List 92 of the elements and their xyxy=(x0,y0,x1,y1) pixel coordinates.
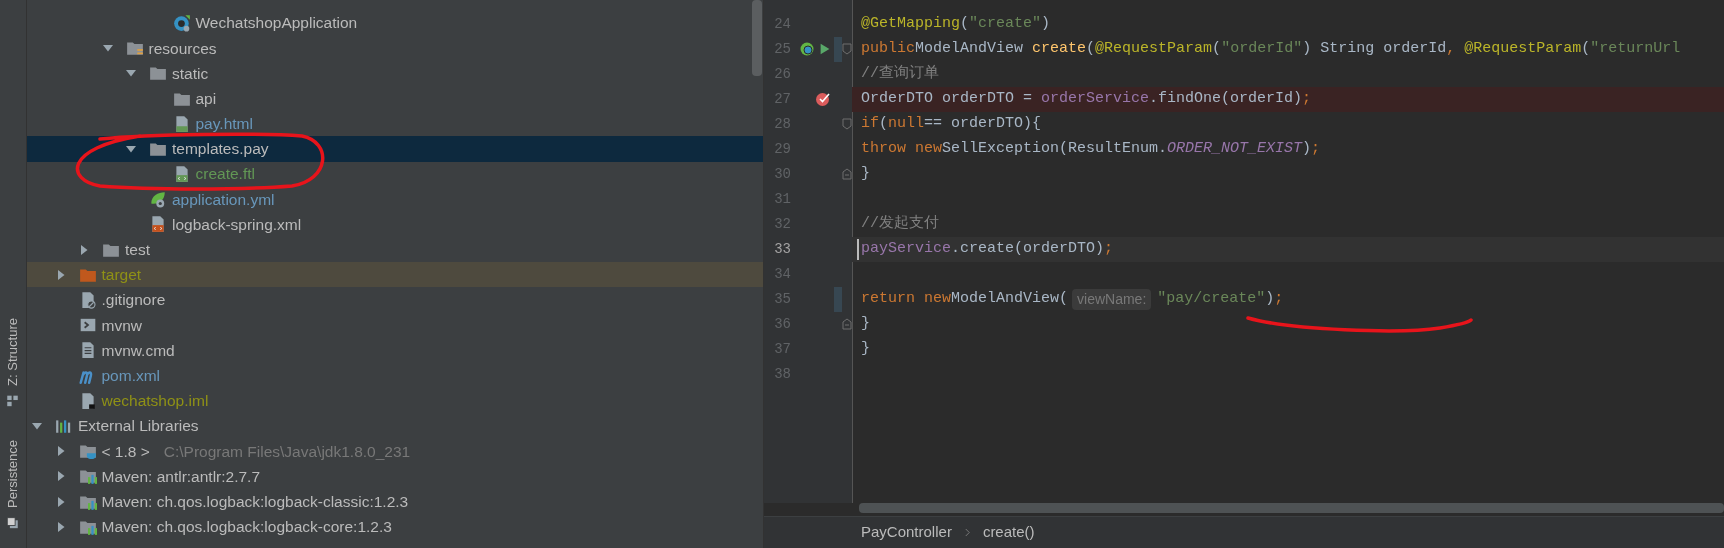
code-token: ) xyxy=(1302,138,1312,159)
code-token: ) xyxy=(1265,288,1275,309)
text-cursor xyxy=(857,238,859,260)
code-token: SellException(ResultEnum. xyxy=(942,138,1168,159)
code-token: ( xyxy=(879,113,889,134)
code-token: ; xyxy=(1274,288,1284,309)
code-token: //发起支付 xyxy=(861,213,939,234)
tree-item[interactable]: External Libraries xyxy=(27,413,763,439)
code-token: ModelAndView xyxy=(915,38,1025,59)
code-token: == orderDTO){ xyxy=(924,113,1042,134)
change-marker[interactable] xyxy=(834,286,842,312)
code-token: @RequestParam xyxy=(1095,38,1213,59)
structure-icon xyxy=(6,394,20,409)
code-token: , xyxy=(1446,38,1457,59)
code-token: } xyxy=(861,313,870,334)
tree-item[interactable]: pom.xml xyxy=(27,363,763,389)
library-icon xyxy=(55,417,73,435)
tree-item[interactable]: pay.html xyxy=(27,111,763,137)
code-token: ( xyxy=(1212,38,1222,59)
tree-item[interactable]: Maven: ch.qos.logback:logback-core:1.2.3 xyxy=(27,514,763,540)
leaf-icon xyxy=(149,190,167,209)
scrollbar-thumb[interactable] xyxy=(752,0,762,76)
tree-item[interactable]: mvnw.cmd xyxy=(27,337,763,363)
code-token: .findOne(orderId) xyxy=(1149,88,1303,109)
code-token: orderService xyxy=(1041,88,1150,109)
tree-item[interactable]: api xyxy=(27,85,763,112)
tree-item[interactable]: Maven: antlr:antlr:2.7.7 xyxy=(27,463,763,489)
code-token: "orderId" xyxy=(1221,38,1303,59)
code-token: ( xyxy=(960,13,970,34)
breakpoint-icon[interactable] xyxy=(815,91,831,107)
code-token: @RequestParam xyxy=(1464,38,1582,59)
code-token: .create(orderDTO) xyxy=(951,238,1105,259)
chevron-icon xyxy=(963,528,971,537)
fold-icon[interactable] xyxy=(842,168,852,180)
code-token: payService xyxy=(861,238,951,259)
code-token: ) String orderId xyxy=(1302,38,1447,59)
code-token: ) xyxy=(1041,13,1051,34)
folder-icon xyxy=(149,64,167,83)
tree-item[interactable]: create.ftl xyxy=(27,161,763,187)
code-token: } xyxy=(861,163,870,184)
path-hint: C:\Program Files\Java\jdk1.8.0_231 xyxy=(163,441,411,462)
code-token: ModelAndView( xyxy=(951,288,1069,309)
code-token: null xyxy=(888,113,925,134)
code-token: "pay/create" xyxy=(1157,288,1266,309)
fold-icon[interactable] xyxy=(842,43,852,55)
library-icon xyxy=(78,467,97,486)
breadcrumb[interactable]: PayController xyxy=(861,521,952,544)
code-token: create xyxy=(1032,38,1087,59)
tree-item[interactable]: static xyxy=(27,60,763,86)
tree-item[interactable]: templates.pay xyxy=(27,136,763,162)
run-icon[interactable] xyxy=(818,42,832,56)
code-token: if xyxy=(861,113,879,134)
code-token: "create" xyxy=(969,13,1042,34)
tree-item[interactable]: WechatshopApplication xyxy=(27,10,763,36)
tool-window-button[interactable]: Z: Structure xyxy=(3,316,23,411)
tree-item[interactable]: resources xyxy=(27,35,763,61)
code-token: ; xyxy=(1302,88,1312,109)
tree-item[interactable]: Maven: ch.qos.logback:logback-classic:1.2.3 xyxy=(27,488,763,515)
code-token: return new xyxy=(861,288,951,309)
code-token: ; xyxy=(1311,138,1321,159)
code-token: //查询订单 xyxy=(861,63,939,84)
tree-item[interactable]: mvnw xyxy=(27,312,763,338)
code-token: @GetMapping xyxy=(861,13,961,34)
breadcrumb[interactable]: create() xyxy=(982,521,1035,544)
class-icon xyxy=(172,14,191,32)
code-token: OrderDTO orderDTO = xyxy=(861,88,1034,109)
fold-icon[interactable] xyxy=(842,318,852,330)
tree-item[interactable]: logback-spring.xml xyxy=(27,211,763,238)
fold-icon[interactable] xyxy=(842,118,852,130)
parameter-hint: viewName: xyxy=(1072,288,1152,310)
code-token: ; xyxy=(1104,238,1114,259)
code-token: ( xyxy=(1581,38,1591,59)
tree-item[interactable]: application.yml xyxy=(27,186,763,212)
bean-icon[interactable] xyxy=(799,41,815,57)
folder-icon xyxy=(125,39,144,58)
tree-item[interactable]: wechatshop.iml xyxy=(27,388,763,414)
code-token: public xyxy=(861,38,915,59)
scrollbar-thumb[interactable] xyxy=(859,503,1724,513)
line-number: 33 xyxy=(773,239,791,259)
code-token: throw new xyxy=(861,138,942,159)
tree-item[interactable]: .gitignore xyxy=(27,287,763,313)
tree-item[interactable]: test xyxy=(27,237,763,263)
database-icon xyxy=(6,516,20,530)
file-icon xyxy=(149,215,167,234)
tree-item[interactable]: < 1.8 > C:\Program Files\Java\jdk1.8.0_231 xyxy=(27,438,763,464)
change-marker[interactable] xyxy=(834,36,842,62)
code-token: ORDER_NOT_EXIST xyxy=(1167,138,1303,159)
tool-window-button[interactable]: Persistence xyxy=(3,438,23,532)
folder-icon xyxy=(78,442,97,461)
code-token: "returnUrl xyxy=(1590,38,1681,59)
code-token: } xyxy=(861,338,870,359)
code-token: ( xyxy=(1086,38,1096,59)
